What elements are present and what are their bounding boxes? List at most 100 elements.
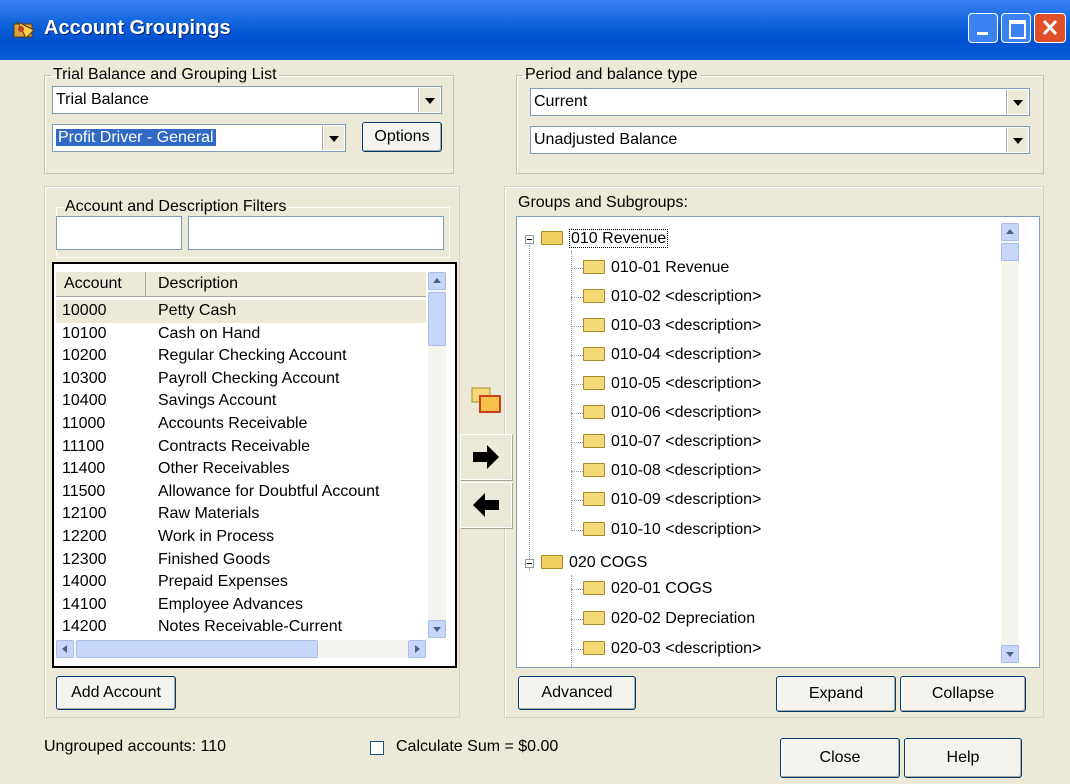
table-row[interactable]: 14000 Prepaid Expenses xyxy=(56,571,426,594)
table-row[interactable]: 10400 Savings Account xyxy=(56,390,426,413)
account-number: 10100 xyxy=(62,324,107,342)
table-row[interactable]: 12200 Work in Process xyxy=(56,526,426,549)
arrow-right-icon xyxy=(473,445,499,469)
scroll-left-icon[interactable] xyxy=(56,640,74,658)
table-row[interactable]: 10200 Regular Checking Account xyxy=(56,345,426,368)
table-row[interactable]: 11000 Accounts Receivable xyxy=(56,413,426,436)
table-row[interactable]: 11400 Other Receivables xyxy=(56,458,426,481)
open-folder-icon xyxy=(541,231,563,245)
table-row[interactable]: 11500 Allowance for Doubtful Account xyxy=(56,481,426,504)
close-window-button[interactable] xyxy=(1034,13,1066,43)
scroll-down-icon[interactable] xyxy=(428,620,446,638)
account-description: Payroll Checking Account xyxy=(158,369,340,387)
accounts-horizontal-scrollbar[interactable] xyxy=(56,640,426,658)
calculate-sum-label[interactable]: Calculate Sum = $0.00 xyxy=(396,738,558,756)
tree-subgroup-node[interactable]: 010-10 <description> xyxy=(583,518,761,542)
account-number: 14000 xyxy=(62,573,107,591)
column-header-description[interactable]: Description xyxy=(150,272,238,296)
trial-balance-legend: Trial Balance and Grouping List xyxy=(53,66,277,83)
chevron-down-icon[interactable] xyxy=(419,88,440,112)
account-number: 10000 xyxy=(62,302,107,319)
collapse-icon[interactable] xyxy=(525,235,534,244)
table-row[interactable]: 12300 Finished Goods xyxy=(56,549,426,572)
tree-line xyxy=(571,619,583,620)
expand-button[interactable]: Expand xyxy=(776,676,896,712)
tree-subgroup-node[interactable]: 010-01 Revenue xyxy=(583,256,729,280)
table-row[interactable]: 11100 Contracts Receivable xyxy=(56,436,426,459)
account-number: 10300 xyxy=(62,369,107,387)
tree-line xyxy=(571,326,583,327)
table-row[interactable]: 10100 Cash on Hand xyxy=(56,323,426,346)
scroll-thumb[interactable] xyxy=(428,292,446,346)
chevron-down-icon[interactable] xyxy=(323,126,344,150)
options-label: Options xyxy=(374,128,430,145)
tree-subgroup-label: 010-04 <description> xyxy=(611,346,762,363)
tree-line xyxy=(571,413,583,414)
maximize-button[interactable] xyxy=(1001,13,1031,43)
close-label: Close xyxy=(819,749,861,766)
account-number: 12300 xyxy=(62,550,107,568)
tree-subgroup-node[interactable]: 010-06 <description> xyxy=(583,401,761,425)
scroll-thumb[interactable] xyxy=(1001,243,1019,261)
tree-subgroup-node[interactable]: 020-01 COGS xyxy=(583,577,712,601)
tree-subgroup-node[interactable]: 020-03 <description> xyxy=(583,637,761,661)
tree-subgroup-label: 020-01 COGS xyxy=(611,580,713,597)
account-description: Allowance for Doubtful Account xyxy=(158,482,380,500)
trial-balance-select[interactable]: Trial Balance xyxy=(52,86,442,114)
title-bar[interactable]: Account Groupings xyxy=(0,0,1070,60)
balance-type-select[interactable]: Unadjusted Balance xyxy=(530,126,1030,154)
tree-group-node[interactable]: 010 Revenue xyxy=(541,227,669,251)
folder-icon xyxy=(583,434,605,448)
calculate-sum-checkbox[interactable] xyxy=(370,741,384,755)
chevron-down-icon[interactable] xyxy=(1007,128,1028,152)
tree-subgroup-node[interactable]: 010-09 <description> xyxy=(583,488,761,512)
tree-subgroup-node[interactable]: 010-05 <description> xyxy=(583,372,761,396)
chevron-down-icon[interactable] xyxy=(1007,90,1028,114)
folder-icon xyxy=(583,405,605,419)
add-account-button[interactable]: Add Account xyxy=(56,676,176,710)
tree-line xyxy=(571,355,583,356)
table-row[interactable]: 14200 Notes Receivable-Current xyxy=(56,616,426,639)
tree-subgroup-node[interactable]: 010-03 <description> xyxy=(583,314,761,338)
balance-type-value: Unadjusted Balance xyxy=(534,131,678,148)
new-group-button[interactable] xyxy=(460,380,512,426)
assign-right-button[interactable] xyxy=(460,434,512,480)
scroll-down-icon[interactable] xyxy=(1001,645,1019,663)
table-row[interactable]: 12100 Raw Materials xyxy=(56,503,426,526)
table-row[interactable]: 10000 Petty Cash xyxy=(56,300,426,323)
scroll-thumb[interactable] xyxy=(76,640,318,658)
table-row[interactable]: 14100 Employee Advances xyxy=(56,594,426,617)
tree-line xyxy=(571,251,572,531)
accounts-rows: 10000 Petty Cash 10100 Cash on Hand 10200 R… xyxy=(56,300,426,639)
tree-subgroup-node[interactable]: 010-07 <description> xyxy=(583,430,761,454)
groups-vertical-scrollbar[interactable] xyxy=(1001,223,1019,663)
period-group: Period and balance type xyxy=(516,66,1044,174)
options-button[interactable]: Options xyxy=(362,122,442,152)
tree-subgroup-node[interactable]: 010-04 <description> xyxy=(583,343,761,367)
minimize-button[interactable] xyxy=(968,13,998,43)
tree-subgroup-node[interactable]: 020-02 Depreciation xyxy=(583,607,755,631)
advanced-button[interactable]: Advanced xyxy=(518,676,636,710)
account-filter-input[interactable] xyxy=(56,216,182,250)
grouping-list-select[interactable]: Profit Driver - General xyxy=(52,124,346,152)
close-button[interactable]: Close xyxy=(780,738,900,778)
tree-subgroup-node[interactable]: 010-02 <description> xyxy=(583,285,761,309)
new-folder-icon xyxy=(471,387,501,413)
table-row[interactable]: 10300 Payroll Checking Account xyxy=(56,368,426,391)
scroll-up-icon[interactable] xyxy=(428,272,446,290)
tree-group-node[interactable]: 020 COGS xyxy=(541,551,647,575)
column-header-account[interactable]: Account xyxy=(58,272,146,296)
collapse-button[interactable]: Collapse xyxy=(900,676,1026,712)
unassign-left-button[interactable] xyxy=(460,482,512,528)
groups-tree[interactable]: 010 Revenue 010-01 Revenue 010-02 <descr… xyxy=(516,216,1040,668)
accounts-vertical-scrollbar[interactable] xyxy=(428,272,446,638)
scroll-right-icon[interactable] xyxy=(408,640,426,658)
period-select[interactable]: Current xyxy=(530,88,1030,116)
description-filter-input[interactable] xyxy=(188,216,444,250)
account-description: Raw Materials xyxy=(158,505,260,523)
accounts-list[interactable]: Account Description 10000 Petty Cash 1010… xyxy=(52,262,457,668)
scroll-up-icon[interactable] xyxy=(1001,223,1019,241)
tree-subgroup-node[interactable]: 010-08 <description> xyxy=(583,459,761,483)
help-button[interactable]: Help xyxy=(904,738,1022,778)
collapse-icon[interactable] xyxy=(525,559,534,568)
